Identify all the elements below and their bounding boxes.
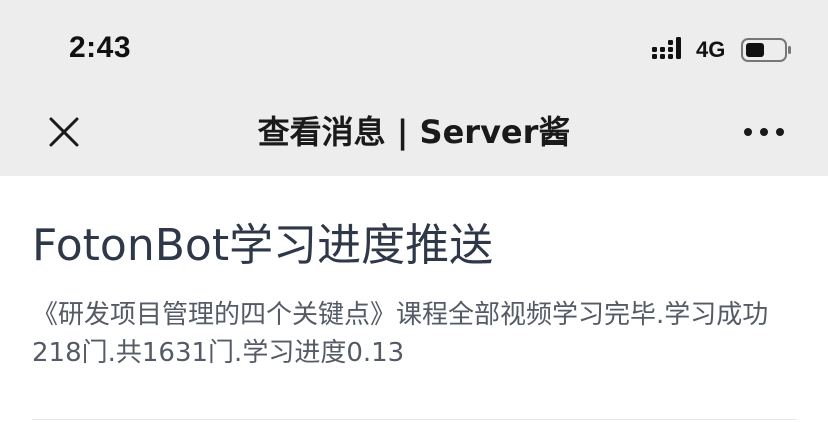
more-icon bbox=[744, 128, 784, 136]
close-icon bbox=[49, 117, 79, 147]
status-time: 2:43 bbox=[69, 31, 132, 64]
battery-icon bbox=[741, 38, 791, 62]
message-title: FotonBot学习进度推送 bbox=[32, 220, 494, 271]
close-button[interactable] bbox=[40, 110, 88, 154]
message-body: 《研发项目管理的四个关键点》课程全部视频学习完毕.学习成功218门.共1631门… bbox=[32, 300, 769, 368]
more-button[interactable] bbox=[736, 112, 792, 152]
divider bbox=[32, 419, 796, 420]
network-type: 4G bbox=[696, 37, 726, 62]
signal-icon bbox=[652, 37, 681, 59]
message-content: FotonBot学习进度推送 《研发项目管理的四个关键点》课程全部视频学习完毕.… bbox=[0, 176, 828, 422]
page-title: 查看消息 | Server酱 bbox=[257, 113, 571, 151]
status-bar: 2:43 4G bbox=[0, 0, 828, 88]
nav-bar: 查看消息 | Server酱 bbox=[0, 88, 828, 176]
